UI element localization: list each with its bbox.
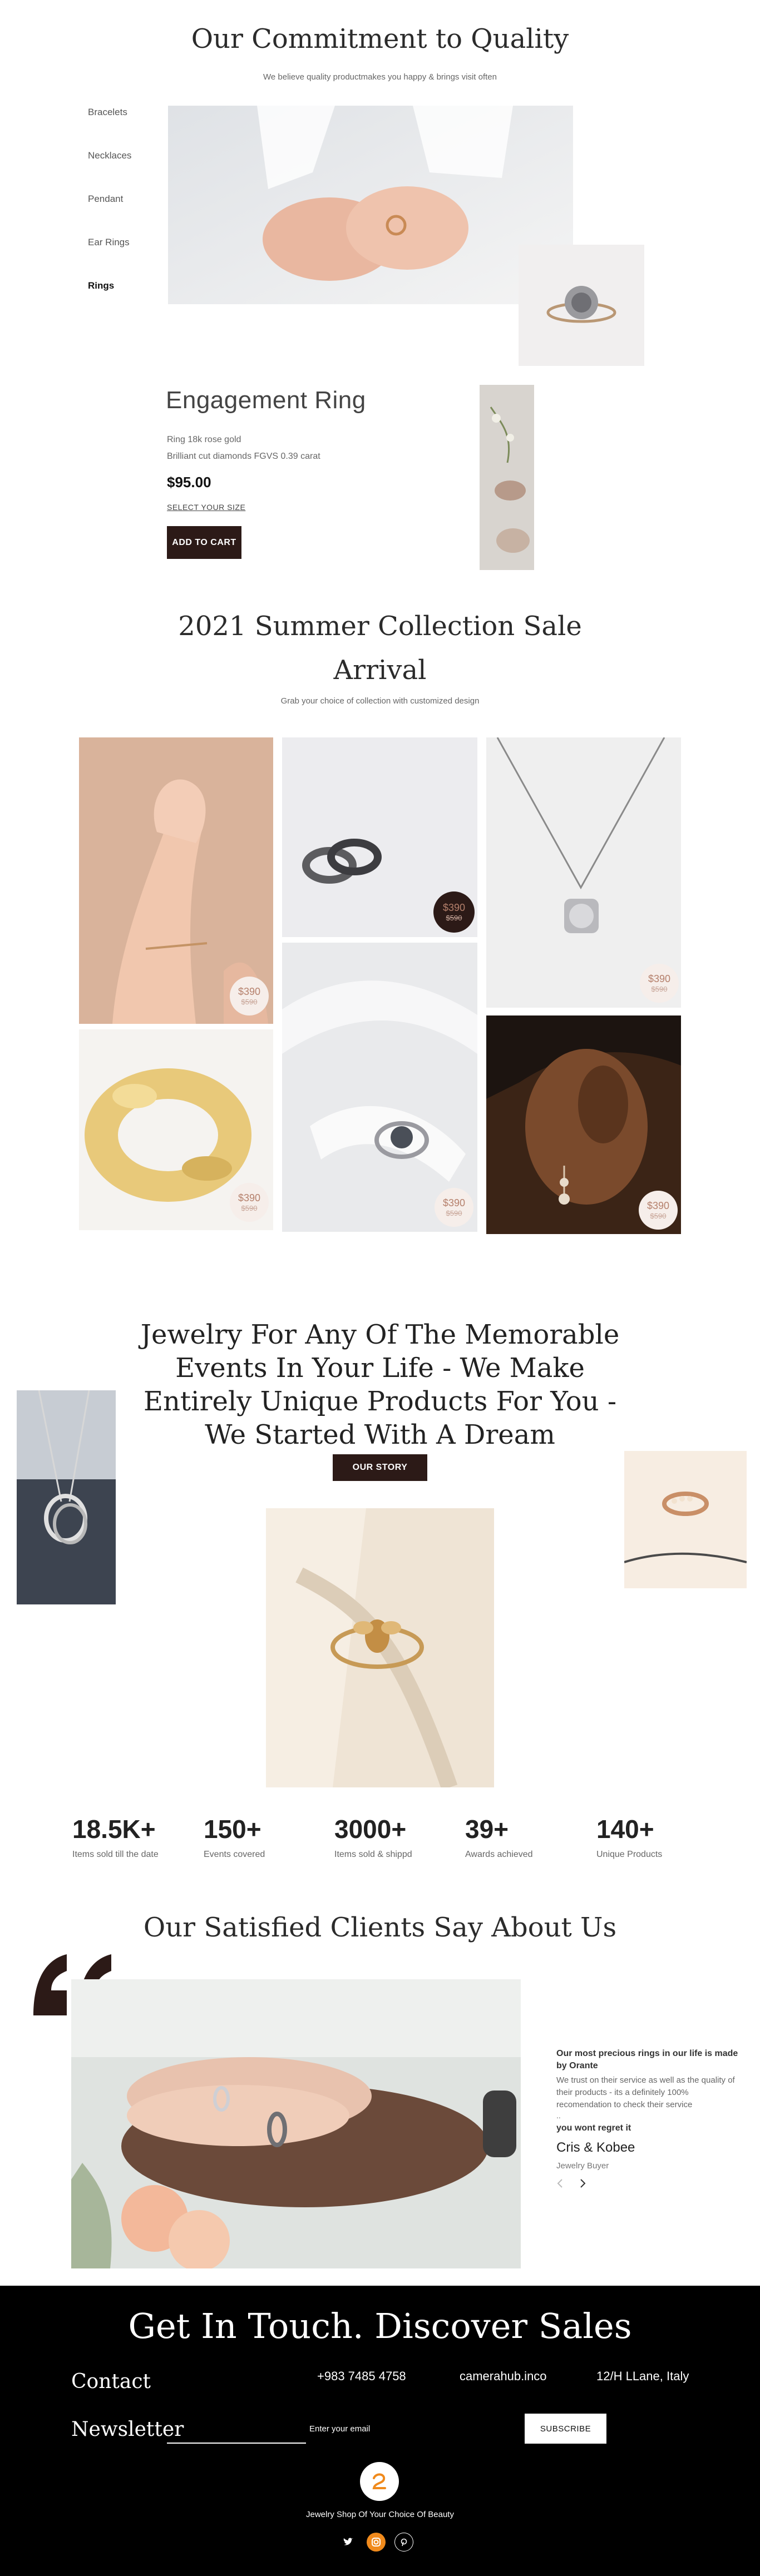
stat-block: 140+ Unique Products xyxy=(596,1814,662,1860)
footer-title: Get In Touch. Discover Sales xyxy=(128,2306,632,2346)
price-badge: $390 $590 xyxy=(640,964,679,1003)
subscribe-button[interactable]: SUBSCRIBE xyxy=(525,2414,606,2444)
product-material: Ring 18k rose gold xyxy=(167,435,241,444)
price-now: $390 xyxy=(442,1197,466,1208)
add-to-cart-button[interactable]: ADD TO CART xyxy=(167,526,241,559)
footer: Get In Touch. Discover Sales Contact +98… xyxy=(0,2286,760,2576)
price-badge: $390 $590 xyxy=(435,1188,473,1227)
contact-label: Contact xyxy=(71,2370,151,2393)
story-heading-line: Jewelry For Any Of The Memorable xyxy=(140,1319,620,1350)
footer-tagline: Jewelry Shop Of Your Choice Of Beauty xyxy=(306,2510,454,2519)
our-story-button[interactable]: OUR STORY xyxy=(333,1454,427,1481)
pinterest-icon[interactable] xyxy=(394,2533,413,2552)
chevron-left-icon[interactable] xyxy=(556,2178,563,2191)
contact-address: 12/H LLane, Italy xyxy=(596,2369,689,2383)
brand-logo-icon[interactable] xyxy=(360,2462,399,2501)
product-title: Engagement Ring xyxy=(166,387,366,414)
stat-number: 140+ xyxy=(596,1815,654,1844)
stat-block: 150+ Events covered xyxy=(204,1814,265,1860)
newsletter-underline xyxy=(167,2443,306,2444)
product-price: $95.00 xyxy=(167,474,211,491)
stat-label: Unique Products xyxy=(596,1850,663,1859)
story-heading-line: We Started With A Dream xyxy=(205,1419,555,1450)
testimonial-heading: Our most precious rings in our life is m… xyxy=(556,2049,738,2070)
stat-number: 150+ xyxy=(204,1815,261,1844)
newsletter-label: Newsletter xyxy=(71,2418,184,2441)
category-necklaces[interactable]: Necklaces xyxy=(88,150,166,194)
stat-label: Awards achieved xyxy=(465,1850,533,1859)
price-badge: $390 $590 xyxy=(433,891,475,933)
price-badge: $390 $590 xyxy=(230,977,269,1015)
stat-number: 39+ xyxy=(465,1815,509,1844)
stat-block: 18.5K+ Items sold till the date xyxy=(72,1814,159,1860)
price-old: $590 xyxy=(241,1204,258,1212)
price-now: $390 xyxy=(647,1200,670,1211)
collection-title-line2: Arrival xyxy=(333,655,427,686)
collection-subtitle: Grab your choice of collection with cust… xyxy=(280,696,480,706)
story-heading: Jewelry For Any Of The Memorable Events … xyxy=(0,1318,760,1452)
category-ear-rings[interactable]: Ear Rings xyxy=(88,237,166,280)
stat-label: Items sold & shippd xyxy=(334,1850,412,1859)
price-old: $590 xyxy=(650,1212,667,1220)
rose-gold-ring-image xyxy=(624,1451,747,1588)
price-old: $590 xyxy=(651,985,668,993)
twitter-icon[interactable] xyxy=(339,2533,358,2552)
price-now: $390 xyxy=(442,902,466,913)
price-badge: $390 $590 xyxy=(230,1183,269,1222)
collection-title-line1: 2021 Summer Collection Sale xyxy=(178,611,582,642)
price-old: $590 xyxy=(446,1209,462,1217)
testimonial-role: Jewelry Buyer xyxy=(556,2161,609,2171)
testimonial-author: Cris & Kobee xyxy=(556,2140,635,2155)
product-diamonds: Brilliant cut diamonds FGVS 0.39 carat xyxy=(167,452,320,461)
price-old: $590 xyxy=(446,914,462,922)
testimonial-ellipsis: .. xyxy=(556,2111,561,2120)
testimonial-card: Our most precious rings in our life is m… xyxy=(556,2048,743,2191)
newsletter-email-input[interactable] xyxy=(309,2419,448,2438)
chevron-right-icon[interactable] xyxy=(580,2178,586,2191)
earrings-flowers-image xyxy=(480,385,534,570)
social-links xyxy=(339,2533,413,2552)
testimonial-tagline: you wont regret it xyxy=(556,2123,631,2133)
testimonial-title: Our Satisfied Clients Say About Us xyxy=(143,1912,617,1943)
stat-label: Events covered xyxy=(204,1850,265,1859)
stat-number: 3000+ xyxy=(334,1815,407,1844)
stat-block: 39+ Awards achieved xyxy=(465,1814,533,1860)
couple-hands-image xyxy=(71,1979,521,2268)
instagram-icon[interactable] xyxy=(367,2533,386,2552)
diamond-ring-image xyxy=(519,245,644,366)
category-bracelets[interactable]: Bracelets xyxy=(88,107,166,150)
category-rings[interactable]: Rings xyxy=(88,280,166,324)
bee-ring-image xyxy=(266,1508,494,1787)
price-badge: $390 $590 xyxy=(639,1191,678,1230)
testimonial-body: We trust on their service as well as the… xyxy=(556,2075,735,2109)
category-list: Bracelets Necklaces Pendant Ear Rings Ri… xyxy=(88,107,166,324)
price-old: $590 xyxy=(241,998,258,1006)
contact-email[interactable]: camerahub.inco xyxy=(460,2369,547,2384)
price-now: $390 xyxy=(648,973,671,984)
price-now: $390 xyxy=(238,986,261,997)
testimonial-nav xyxy=(556,2178,743,2191)
contact-phone[interactable]: +983 7485 4758 xyxy=(317,2369,406,2384)
stat-block: 3000+ Items sold & shippd xyxy=(334,1814,412,1860)
stat-number: 18.5K+ xyxy=(72,1815,156,1844)
select-size-link[interactable]: SELECT YOUR SIZE xyxy=(167,503,245,512)
story-heading-line: Events In Your Life - We Make xyxy=(175,1353,585,1384)
category-pendant[interactable]: Pendant xyxy=(88,194,166,237)
commitment-subtitle: We believe quality productmakes you happ… xyxy=(263,72,497,82)
price-now: $390 xyxy=(238,1192,261,1203)
commitment-title: Our Commitment to Quality xyxy=(191,23,569,55)
story-heading-line: Entirely Unique Products For You - xyxy=(143,1386,617,1417)
hero-hands-ring-image xyxy=(168,106,573,304)
stat-label: Items sold till the date xyxy=(72,1850,159,1859)
